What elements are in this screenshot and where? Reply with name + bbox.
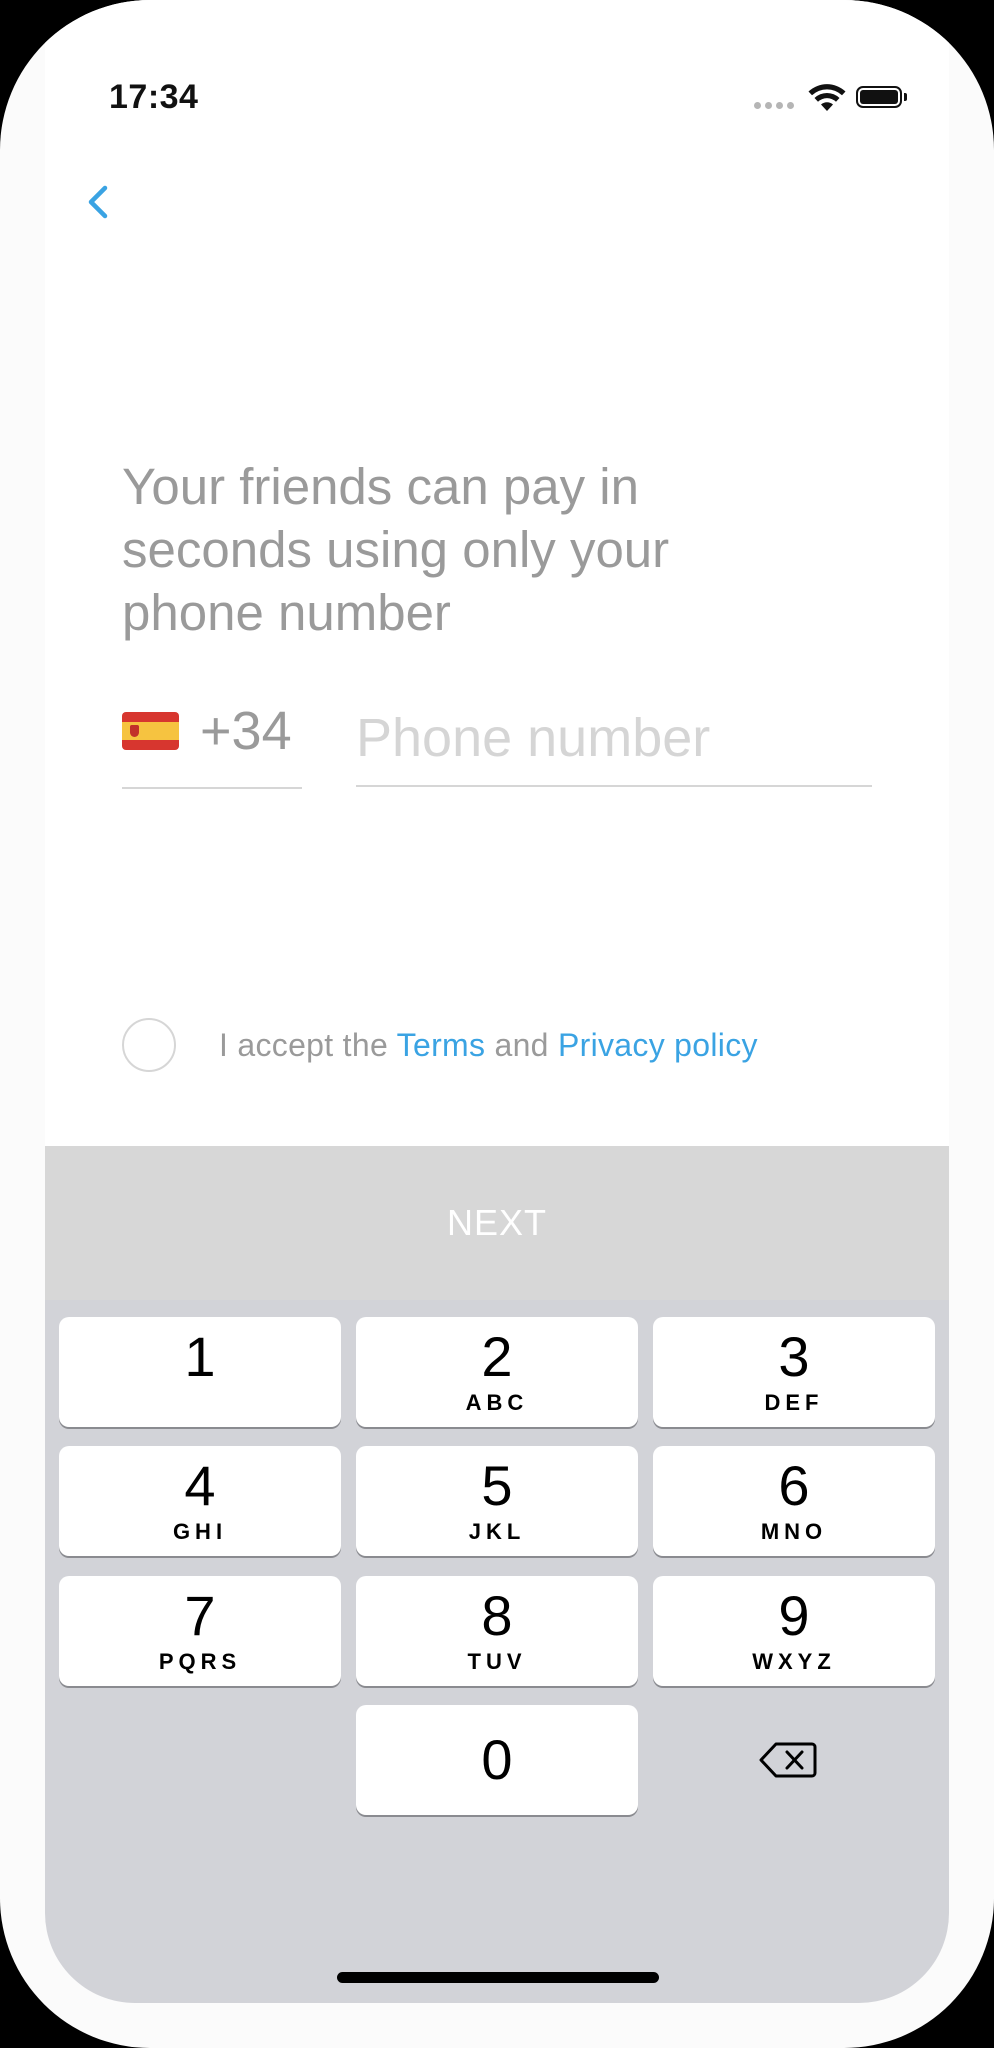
key-8[interactable]: 8 TUV [356,1576,638,1686]
key-4[interactable]: 4 GHI [59,1446,341,1556]
terms-conjunction: and [494,1027,549,1063]
page-headline: Your friends can pay in seconds using on… [122,458,670,641]
key-letters: JKL [468,1519,526,1544]
key-number: 2 [481,1325,513,1388]
key-letters: WXYZ [752,1649,836,1674]
next-button[interactable]: NEXT [45,1146,949,1300]
key-0[interactable]: 0 [356,1705,638,1815]
battery-cap [904,93,907,101]
key-number: 0 [481,1728,513,1791]
spain-flag-icon [122,712,179,750]
key-number: 5 [481,1454,513,1517]
key-5[interactable]: 5 JKL [356,1446,638,1556]
wifi-icon [808,84,846,111]
key-1[interactable]: 1 [59,1317,341,1427]
phone-number-input[interactable] [356,690,872,787]
key-9[interactable]: 9 WXYZ [653,1576,935,1686]
country-code-selector[interactable]: +34 [122,690,302,789]
key-letters: MNO [760,1519,828,1544]
key-number: 7 [184,1584,216,1647]
status-time: 17:34 [109,78,199,116]
key-letters: TUV [467,1649,527,1674]
key-letters: DEF [764,1390,824,1415]
key-3[interactable]: 3 DEF [653,1317,935,1427]
backspace-icon[interactable] [758,1740,818,1780]
home-indicator[interactable] [337,1972,659,1983]
chevron-left-icon[interactable] [83,182,113,222]
device-frame: 17:34 Your friends can pay in seconds us… [0,0,994,2048]
terms-prefix: I accept the [219,1027,389,1063]
battery-icon [856,86,902,108]
key-number: 1 [184,1325,216,1388]
key-number: 3 [778,1325,810,1388]
terms-link[interactable]: Terms [397,1027,486,1063]
key-2[interactable]: 2 ABC [356,1317,638,1427]
key-number: 8 [481,1584,513,1647]
privacy-policy-link[interactable]: Privacy policy [558,1027,758,1063]
dial-code: +34 [200,701,292,761]
key-6[interactable]: 6 MNO [653,1446,935,1556]
key-letters: GHI [172,1519,228,1544]
key-number: 4 [184,1454,216,1517]
signal-icon [754,102,794,109]
key-letters: ABC [465,1390,529,1415]
app-screen: 17:34 Your friends can pay in seconds us… [45,0,949,2003]
key-number: 9 [778,1584,810,1647]
key-letters: PQRS [158,1649,242,1674]
key-number: 6 [778,1454,810,1517]
accept-terms-checkbox[interactable] [122,1018,176,1072]
terms-text: I accept the Terms and Privacy policy [219,1027,758,1064]
key-7[interactable]: 7 PQRS [59,1576,341,1686]
